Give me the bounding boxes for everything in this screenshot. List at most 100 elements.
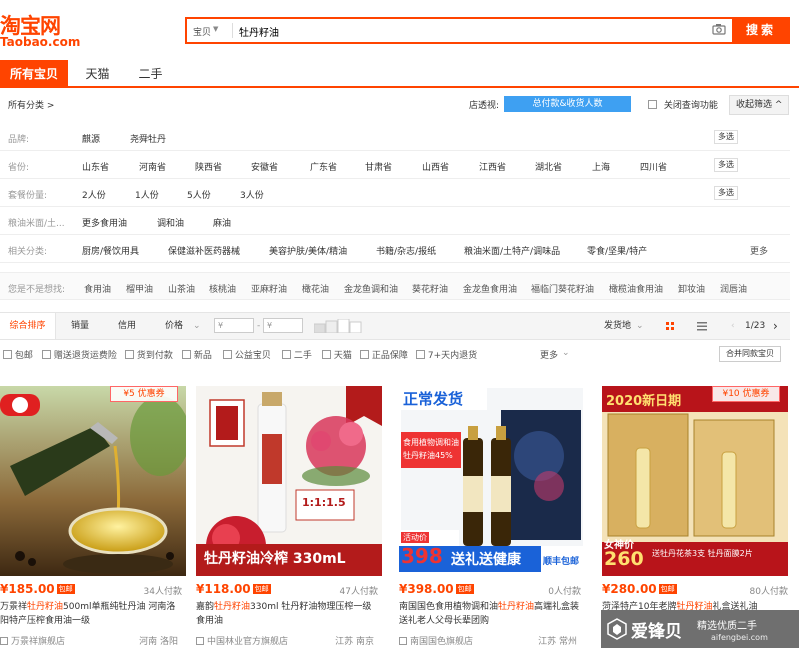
suggestion-link[interactable]: 金龙鱼食用油 bbox=[463, 282, 517, 295]
product-card[interactable]: ¥10 优惠券 2020新日期 女神价 260 送牡丹花茶3支 牡丹面膜2片 ¥… bbox=[602, 386, 792, 648]
filter-option[interactable]: 1人份 bbox=[135, 188, 159, 201]
checkbox[interactable] bbox=[223, 350, 232, 359]
sort-sales[interactable]: 销量 bbox=[71, 313, 89, 339]
suggestion-link[interactable]: 山茶油 bbox=[168, 282, 195, 295]
close-query-toggle[interactable]: 关闭查询功能 bbox=[648, 95, 718, 117]
suggestion-link[interactable]: 榴甲油 bbox=[126, 282, 153, 295]
filter-option[interactable]: 山东省 bbox=[82, 160, 109, 173]
filter-option[interactable]: 四川省 bbox=[640, 160, 667, 173]
product-image[interactable]: ¥10 优惠券 2020新日期 女神价 260 送牡丹花茶3支 牡丹面膜2片 bbox=[602, 386, 788, 576]
filter-option[interactable]: 零食/坚果/特产 bbox=[587, 244, 647, 257]
grid-view-icon[interactable] bbox=[660, 317, 680, 335]
suggestion-link[interactable]: 食用油 bbox=[84, 282, 111, 295]
filter-option[interactable]: 更多食用油 bbox=[82, 216, 127, 229]
filter-option[interactable]: 麻油 bbox=[213, 216, 231, 229]
suggestion-link[interactable]: 亚麻籽油 bbox=[251, 282, 287, 295]
filter-option[interactable]: 保健滋补医药器械 bbox=[168, 244, 240, 257]
checkbox[interactable] bbox=[648, 100, 657, 109]
tab-secondhand[interactable]: 二手 bbox=[128, 60, 173, 88]
product-image[interactable]: 正常发货 食用植物调和油 牡丹籽油45% 活动价 398 送礼送健康 顺丰包邮 bbox=[399, 386, 585, 576]
shop-link[interactable]: 南国国色旗舰店 bbox=[399, 634, 473, 647]
all-categories-link[interactable]: 所有分类 > bbox=[8, 95, 54, 117]
product-card[interactable]: 正常发货 食用植物调和油 牡丹籽油45% 活动价 398 送礼送健康 顺丰包邮 … bbox=[399, 386, 585, 648]
filter-option[interactable]: 河南省 bbox=[139, 160, 166, 173]
tab-tmall[interactable]: 天猫 bbox=[75, 60, 120, 88]
list-view-icon[interactable] bbox=[692, 317, 712, 335]
filter-new[interactable]: 新品 bbox=[182, 348, 212, 361]
more-categories-link[interactable]: 更多 bbox=[750, 244, 768, 257]
filter-option[interactable]: 2人份 bbox=[82, 188, 106, 201]
filter-free-shipping[interactable]: 包邮 bbox=[3, 348, 33, 361]
more-options-dropdown[interactable]: 更多 bbox=[540, 348, 558, 361]
filter-option[interactable]: 尧舜牡丹 bbox=[130, 132, 166, 145]
filter-option[interactable]: 书籍/杂志/报纸 bbox=[376, 244, 436, 257]
filter-option[interactable]: 美容护肤/美体/精油 bbox=[269, 244, 347, 257]
filter-secondhand[interactable]: 二手 bbox=[282, 348, 312, 361]
next-page-icon[interactable]: › bbox=[773, 313, 778, 339]
filter-option[interactable]: 调和油 bbox=[157, 216, 184, 229]
ship-from-dropdown[interactable]: 发货地 bbox=[604, 313, 631, 339]
search-input[interactable] bbox=[239, 22, 699, 40]
product-image[interactable]: 牡丹籽油冷榨 330mL 1:1:1.5 bbox=[196, 386, 382, 576]
filter-option[interactable]: 粮油米面/土特产/调味品 bbox=[464, 244, 560, 257]
collapse-filter-button[interactable]: 收起筛选 ^ bbox=[729, 95, 789, 115]
filter-option[interactable]: 上海 bbox=[592, 160, 610, 173]
checkbox[interactable] bbox=[322, 350, 331, 359]
filter-option[interactable]: 厨房/餐饮用具 bbox=[82, 244, 139, 257]
product-card[interactable]: 牡丹籽油冷榨 330mL 1:1:1.5 ¥118.00 包邮 47人付款 嘉韵牡… bbox=[196, 386, 382, 648]
filter-option[interactable]: 5人份 bbox=[187, 188, 211, 201]
filter-option[interactable]: 山西省 bbox=[422, 160, 449, 173]
product-card[interactable]: ¥5 优惠券 ¥185.00 包邮 34人付款 万景祥牡丹籽油500ml单瓶纯牡丹… bbox=[0, 386, 186, 648]
filter-option[interactable]: 陕西省 bbox=[195, 160, 222, 173]
suggestion-link[interactable]: 葵花籽油 bbox=[412, 282, 448, 295]
suggestion-link[interactable]: 金龙鱼调和油 bbox=[344, 282, 398, 295]
search-scope[interactable]: 宝贝 bbox=[193, 25, 211, 38]
multi-select-button[interactable]: 多选 bbox=[714, 130, 738, 144]
suggestion-link[interactable]: 橄花油 bbox=[302, 282, 329, 295]
filter-option[interactable]: 安徽省 bbox=[251, 160, 278, 173]
filter-option[interactable]: 江西省 bbox=[479, 160, 506, 173]
camera-icon[interactable] bbox=[712, 23, 726, 38]
multi-select-button[interactable]: 多选 bbox=[714, 158, 738, 172]
sort-credit[interactable]: 信用 bbox=[118, 313, 136, 339]
merge-same-items-button[interactable]: 合并同款宝贝 bbox=[719, 346, 781, 362]
filter-return-insurance[interactable]: 赠送退货运费险 bbox=[42, 348, 117, 361]
product-title[interactable]: 南国国色食用植物调和油牡丹籽油高端礼盒装送礼老人父母长辈团购 bbox=[399, 600, 581, 628]
price-distribution-icon[interactable] bbox=[314, 319, 362, 333]
shop-link[interactable]: 中国林业官方旗舰店 bbox=[196, 634, 288, 647]
checkbox[interactable] bbox=[3, 350, 12, 359]
sort-default[interactable]: 综合排序 bbox=[0, 313, 56, 339]
filter-cod[interactable]: 货到付款 bbox=[125, 348, 173, 361]
price-max-input[interactable]: ¥ bbox=[263, 318, 303, 333]
filter-charity[interactable]: 公益宝贝 bbox=[223, 348, 271, 361]
checkbox[interactable] bbox=[42, 350, 51, 359]
filter-option[interactable]: 甘肃省 bbox=[365, 160, 392, 173]
search-button[interactable]: 搜索 bbox=[732, 17, 790, 44]
product-title[interactable]: 万景祥牡丹籽油500ml单瓶纯牡丹油 河南洛阳特产压榨食用油一级 bbox=[0, 600, 182, 628]
tab-all[interactable]: 所有宝贝 bbox=[0, 60, 68, 88]
suggestion-link[interactable]: 卸妆油 bbox=[678, 282, 705, 295]
checkbox[interactable] bbox=[182, 350, 191, 359]
product-image[interactable]: ¥5 优惠券 bbox=[0, 386, 186, 576]
filter-tmall[interactable]: 天猫 bbox=[322, 348, 352, 361]
multi-select-button[interactable]: 多选 bbox=[714, 186, 738, 200]
filter-option[interactable]: 麒源 bbox=[82, 132, 100, 145]
checkbox[interactable] bbox=[282, 350, 291, 359]
suggestion-link[interactable]: 福临门葵花籽油 bbox=[531, 282, 594, 295]
filter-option[interactable]: 3人份 bbox=[240, 188, 264, 201]
price-min-input[interactable]: ¥ bbox=[214, 318, 254, 333]
filter-option[interactable]: 湖北省 bbox=[535, 160, 562, 173]
shop-link[interactable]: 万景祥旗舰店 bbox=[0, 634, 65, 647]
suggestion-link[interactable]: 润唇油 bbox=[720, 282, 747, 295]
shop-view-bar[interactable]: 总付款&收货人数 bbox=[504, 96, 631, 112]
suggestion-link[interactable]: 橄榄油食用油 bbox=[609, 282, 663, 295]
checkbox[interactable] bbox=[416, 350, 425, 359]
checkbox[interactable] bbox=[125, 350, 134, 359]
sort-price[interactable]: 价格 bbox=[165, 313, 183, 339]
checkbox[interactable] bbox=[360, 350, 369, 359]
filter-option[interactable]: 广东省 bbox=[310, 160, 337, 173]
filter-7day-return[interactable]: 7+天内退货 bbox=[416, 348, 477, 361]
filter-genuine[interactable]: 正品保障 bbox=[360, 348, 408, 361]
prev-page-icon[interactable]: ‹ bbox=[731, 313, 735, 339]
product-title[interactable]: 嘉韵牡丹籽油330ml 牡丹籽油物理压榨一级食用油 bbox=[196, 600, 378, 628]
